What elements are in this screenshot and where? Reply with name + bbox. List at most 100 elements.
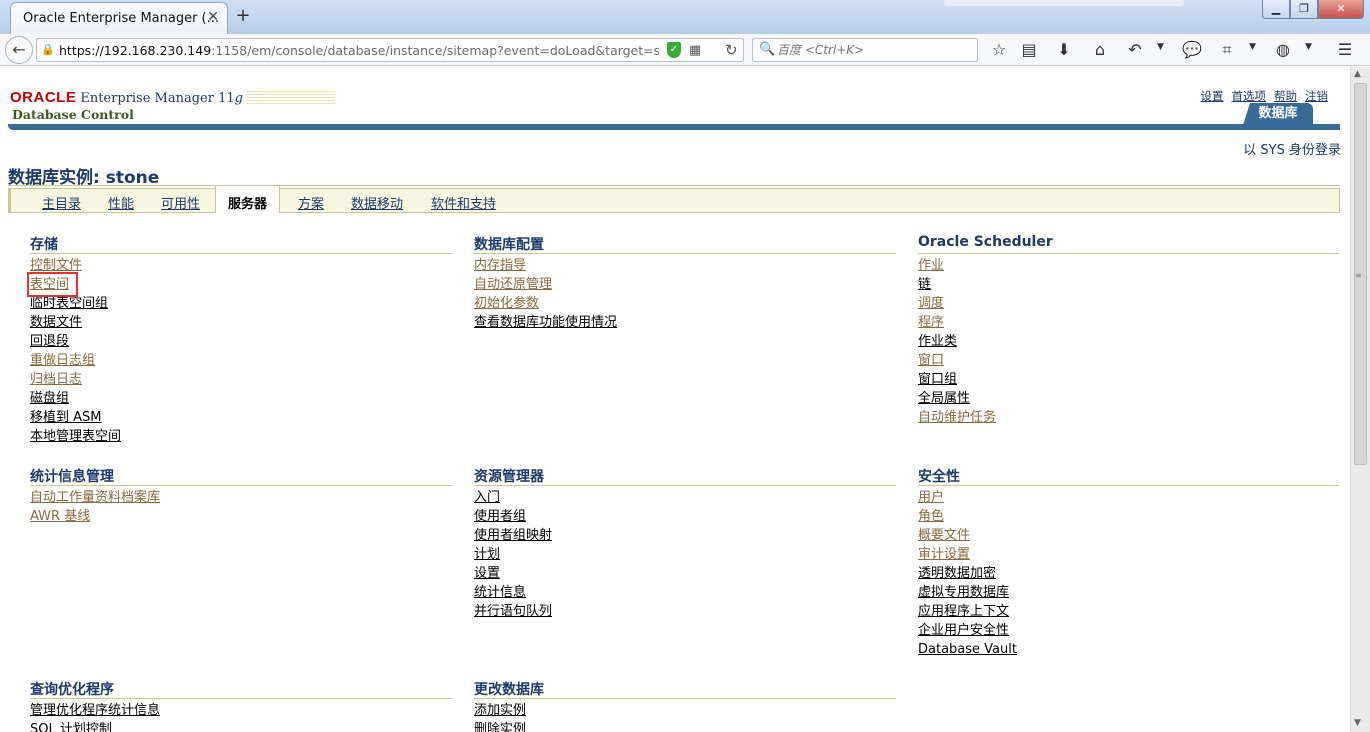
- section-title: 资源管理器: [474, 469, 544, 485]
- sitemap-link[interactable]: 自动维护任务: [918, 408, 996, 427]
- undo-dropdown-icon[interactable]: ▼: [1157, 42, 1164, 52]
- sitemap-link[interactable]: 入门: [474, 488, 552, 507]
- tab-close-icon[interactable]: ✕: [207, 9, 219, 25]
- subtab-server[interactable]: 服务器: [215, 185, 281, 213]
- sitemap-link[interactable]: 本地管理表空间: [30, 427, 121, 446]
- sitemap-link[interactable]: 移植到 ASM: [30, 408, 121, 427]
- sitemap-link[interactable]: 重做日志组: [30, 351, 121, 370]
- database-tab[interactable]: 数据库: [1243, 103, 1313, 125]
- product-version: g: [234, 91, 243, 106]
- subtab-software-support[interactable]: 软件和支持: [431, 193, 496, 212]
- menu-icon[interactable]: ☰: [1334, 40, 1356, 60]
- sitemap-link[interactable]: 控制文件: [30, 256, 121, 275]
- sitemap-link[interactable]: 回退段: [30, 332, 121, 351]
- sitemap-link[interactable]: 数据文件: [30, 313, 121, 332]
- sitemap-link[interactable]: 链: [918, 275, 996, 294]
- shield-icon[interactable]: ✓: [667, 42, 681, 58]
- undo-icon[interactable]: ↶: [1124, 40, 1146, 60]
- search-input[interactable]: [777, 42, 972, 58]
- section-rule: [918, 253, 1339, 254]
- sitemap-link[interactable]: 磁盘组: [30, 389, 121, 408]
- home-icon[interactable]: ⌂: [1089, 40, 1111, 60]
- crop-dropdown-icon[interactable]: ▼: [1249, 42, 1256, 52]
- globe-dropdown-icon[interactable]: ▼: [1305, 42, 1312, 52]
- sitemap-link[interactable]: 查看数据库功能使用情况: [474, 313, 617, 332]
- sitemap-link[interactable]: 表空间: [27, 272, 78, 297]
- section-list: 作业链调度 程序 作业类 窗口 窗口组 全局属性 自动维护任务: [918, 256, 996, 427]
- globe-icon[interactable]: ◍: [1272, 40, 1294, 60]
- url-text[interactable]: https://192.168.230.149:1158/em/console/…: [59, 43, 659, 58]
- sitemap-link[interactable]: 程序: [918, 313, 996, 332]
- back-button[interactable]: ←: [5, 36, 33, 64]
- new-tab-button[interactable]: +: [234, 5, 252, 26]
- oem-brand: ORACLE Enterprise Manager 11g: [10, 89, 335, 106]
- sitemap-link[interactable]: SQL 计划控制: [30, 720, 160, 732]
- close-window-button[interactable]: ✕: [1318, 0, 1364, 19]
- sitemap-link[interactable]: Database Vault: [918, 640, 1017, 659]
- sitemap-link[interactable]: 角色: [918, 507, 1017, 526]
- sitemap-link[interactable]: AWR 基线: [30, 507, 160, 526]
- sitemap-link[interactable]: 内存指导: [474, 256, 617, 275]
- sitemap-link[interactable]: 透明数据加密: [918, 564, 1017, 583]
- titlebar-ghost-area: [944, 0, 1184, 6]
- settings-link[interactable]: 设置: [1201, 89, 1224, 103]
- qr-code-icon[interactable]: ▦: [689, 43, 701, 58]
- sitemap-link[interactable]: 管理优化程序统计信息: [30, 701, 160, 720]
- subtab-home[interactable]: 主目录: [42, 193, 81, 212]
- oracle-logo: ORACLE: [10, 89, 77, 106]
- minimize-button[interactable]: ▁: [1262, 0, 1290, 19]
- sitemap-link[interactable]: 初始化参数: [474, 294, 617, 313]
- search-box[interactable]: 🔍: [752, 38, 978, 62]
- sitemap-link[interactable]: 添加实例: [474, 701, 526, 720]
- login-info: 以 SYS 身份登录: [1243, 143, 1341, 158]
- sitemap-link[interactable]: 用户: [918, 488, 1017, 507]
- sitemap-link[interactable]: 应用程序上下文: [918, 602, 1017, 621]
- sitemap-link[interactable]: 审计设置: [918, 545, 1017, 564]
- reload-icon[interactable]: ↻: [725, 41, 738, 59]
- sitemap-link[interactable]: 并行语句队列: [474, 602, 552, 621]
- sitemap-link[interactable]: 使用者组: [474, 507, 552, 526]
- subtab-availability[interactable]: 可用性: [161, 193, 200, 212]
- help-link[interactable]: 帮助: [1274, 89, 1297, 103]
- sitemap-link[interactable]: 自动还原管理: [474, 275, 617, 294]
- sitemap-link[interactable]: 统计信息: [474, 583, 552, 602]
- sitemap-link[interactable]: 作业: [918, 256, 996, 275]
- section-list: 添加实例 删除实例: [474, 701, 526, 732]
- lock-icon[interactable]: 🔒: [41, 43, 55, 57]
- crop-icon[interactable]: ⌗: [1216, 40, 1238, 60]
- download-icon[interactable]: ⬇: [1053, 40, 1075, 60]
- scroll-down-icon[interactable]: ▼: [1354, 718, 1361, 728]
- title-rule: [8, 185, 1340, 186]
- subtab-performance[interactable]: 性能: [108, 193, 134, 212]
- maximize-button[interactable]: ❐: [1290, 0, 1318, 19]
- logout-link[interactable]: 注销: [1305, 89, 1328, 103]
- bookmark-star-icon[interactable]: ☆: [988, 40, 1010, 60]
- reading-list-icon[interactable]: ▤: [1018, 40, 1040, 60]
- section-rule: [30, 485, 452, 486]
- sitemap-link[interactable]: 调度: [918, 294, 996, 313]
- sitemap-link[interactable]: 计划: [474, 545, 552, 564]
- address-bar[interactable]: 🔒 https://192.168.230.149:1158/em/consol…: [36, 38, 744, 62]
- global-links: 设置 首选项 帮助 注销: [1193, 88, 1329, 104]
- sitemap-link[interactable]: 设置: [474, 564, 552, 583]
- vertical-scrollbar[interactable]: ▲ ≡ ▼: [1350, 67, 1370, 732]
- sitemap-link[interactable]: 全局属性: [918, 389, 996, 408]
- chat-icon[interactable]: 💬: [1181, 40, 1203, 60]
- sitemap-link[interactable]: 删除实例: [474, 720, 526, 732]
- sitemap-link[interactable]: 作业类: [918, 332, 996, 351]
- sitemap-link[interactable]: 企业用户安全性: [918, 621, 1017, 640]
- product-subtitle: Database Control: [12, 107, 134, 122]
- subtab-data-movement[interactable]: 数据移动: [351, 193, 403, 212]
- browser-tab[interactable]: Oracle Enterprise Manager (... ✕: [10, 2, 228, 34]
- sitemap-link[interactable]: 归档日志: [30, 370, 121, 389]
- sitemap-link[interactable]: 概要文件: [918, 526, 1017, 545]
- sitemap-link[interactable]: 窗口: [918, 351, 996, 370]
- sitemap-link[interactable]: 自动工作量资料档案库: [30, 488, 160, 507]
- sitemap-link[interactable]: 窗口组: [918, 370, 996, 389]
- preferences-link[interactable]: 首选项: [1232, 89, 1267, 103]
- scroll-up-icon[interactable]: ▲: [1354, 69, 1361, 79]
- sitemap-link[interactable]: 虚拟专用数据库: [918, 583, 1017, 602]
- subtab-schema[interactable]: 方案: [298, 193, 324, 212]
- sitemap-link[interactable]: 使用者组映射: [474, 526, 552, 545]
- sitemap-link[interactable]: 临时表空间组: [30, 294, 121, 313]
